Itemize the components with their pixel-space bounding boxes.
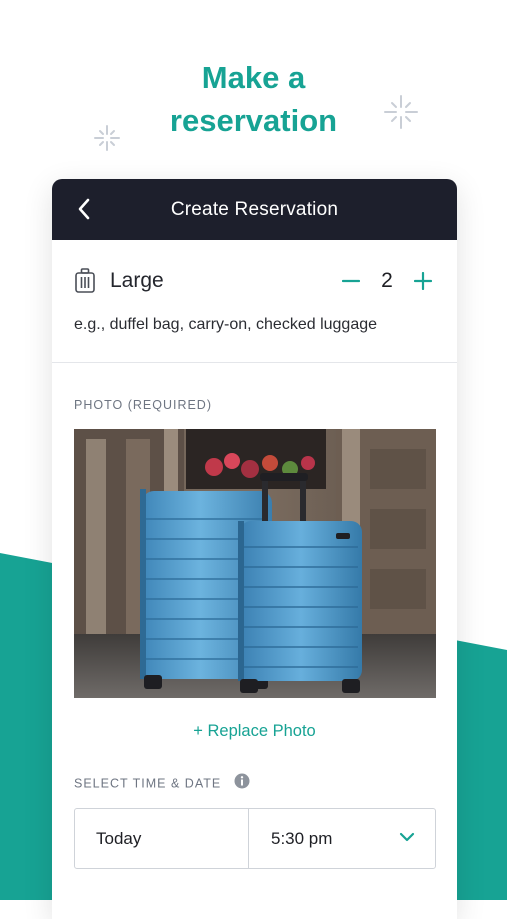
info-icon[interactable] [234,773,250,792]
quantity-stepper: 2 [339,266,435,296]
chevron-left-icon [78,198,90,220]
luggage-icon [74,268,96,299]
time-value: 5:30 pm [271,828,333,848]
replace-photo-link[interactable]: + Replace Photo [52,722,457,741]
date-select[interactable]: Today [75,809,249,868]
headline-line-1: Make a [201,60,306,95]
back-button[interactable] [68,193,100,225]
quantity-value: 2 [381,269,393,292]
minus-icon [342,279,360,283]
time-select[interactable]: 5:30 pm [249,809,435,868]
chevron-down-icon [399,832,415,842]
photo-section-label: PHOTO (REQUIRED) [74,398,212,412]
bag-size-row: Large 2 e.g., duffel bag, carry-on, chec… [52,240,457,363]
bag-size-label: Large [110,269,164,292]
card-header: Create Reservation [52,179,457,240]
luggage-photo [74,429,436,698]
plus-icon [414,272,432,290]
time-date-section: SELECT TIME & DATE [74,773,250,792]
headline-line-2: reservation [169,103,338,138]
increment-button[interactable] [411,266,435,296]
time-date-label: SELECT TIME & DATE [74,776,222,791]
marketing-headline: Make a reservation [0,56,507,142]
decrement-button[interactable] [339,266,363,296]
reservation-card: Create Reservation Large 2 e.g., duffel … [52,179,457,919]
bag-description: e.g., duffel bag, carry-on, checked lugg… [74,316,378,333]
page-title: Create Reservation [170,198,339,220]
time-date-selector: Today 5:30 pm [74,808,436,869]
date-value: Today [96,828,142,848]
sparkle-icon [383,94,419,130]
sparkle-icon [93,124,121,152]
